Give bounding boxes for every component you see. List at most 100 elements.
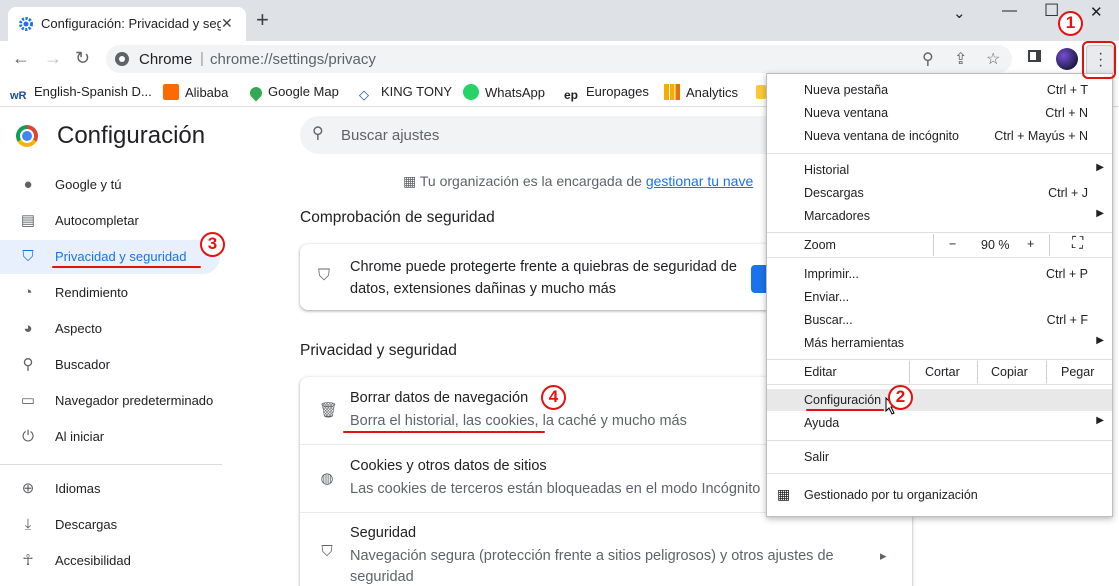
zoom-level: 90 % <box>981 238 1010 252</box>
submenu-arrow-icon: ▶ <box>1096 162 1104 173</box>
zoom-icon[interactable]: ⚲ <box>922 49 934 69</box>
menu-copy-button[interactable]: Copiar <box>991 365 1028 379</box>
menu-managed[interactable]: ▦ Gestionado por tu organización <box>767 484 1112 506</box>
minimize-button[interactable]: — <box>1002 2 1017 19</box>
sidebar-item-accessibility[interactable]: ☥ Accesibilidad <box>0 544 220 578</box>
gauge-icon: ◔ <box>23 284 33 301</box>
menu-find[interactable]: Buscar... Ctrl + F <box>767 309 1112 331</box>
power-icon: ⏻ <box>22 428 34 445</box>
row-subtitle: Borra el historial, las cookies, la cach… <box>350 413 687 429</box>
settings-search-input[interactable]: ⚲ Buscar ajustes <box>300 116 770 154</box>
menu-print[interactable]: Imprimir... Ctrl + P <box>767 263 1112 285</box>
bookmark-alibaba[interactable]: Alibaba <box>163 84 228 100</box>
search-icon: ⚲ <box>22 356 34 373</box>
forward-button[interactable]: → <box>44 48 62 68</box>
close-window-button[interactable]: ✕ <box>1090 3 1103 21</box>
menu-more-tools[interactable]: Más herramientas ▶ <box>767 332 1112 354</box>
europages-icon: ep <box>564 88 579 102</box>
sidebar-item-downloads[interactable]: ⤓ Descargas <box>0 508 220 542</box>
menu-bookmarks[interactable]: Marcadores ▶ <box>767 205 1112 227</box>
submenu-arrow-icon: ▶ <box>1096 415 1104 426</box>
profile-avatar[interactable] <box>1056 48 1078 70</box>
menu-separator <box>767 257 1112 258</box>
sidebar-item-appearance[interactable]: ◕ Aspecto <box>0 312 220 346</box>
menu-cast[interactable]: Enviar... <box>767 286 1112 308</box>
chrome-menu: Nueva pestaña Ctrl + T Nueva ventana Ctrl … <box>766 73 1113 517</box>
bookmark-whatsapp[interactable]: WhatsApp <box>463 84 545 100</box>
menu-edit-row: Editar Cortar Copiar Pegar <box>767 361 1112 383</box>
bookmark-english-spanish[interactable]: wR English-Spanish D... <box>10 84 152 106</box>
sidebar-item-label: Privacidad y seguridad <box>55 249 187 264</box>
cookie-icon: ◍ <box>320 470 334 487</box>
menu-new-tab[interactable]: Nueva pestaña Ctrl + T <box>767 79 1112 101</box>
zoom-in-button[interactable]: + <box>1027 237 1034 251</box>
menu-new-incognito[interactable]: Nueva ventana de incógnito Ctrl + Mayús +… <box>767 125 1112 147</box>
toolbar: ← → ↻ Chrome | chrome://settings/privacy… <box>0 41 1119 77</box>
managed-notice-text: Tu organización es la encargada de <box>419 173 646 189</box>
maximize-button[interactable]: ☐ <box>1044 1 1059 21</box>
menu-help[interactable]: Ayuda ▶ <box>767 412 1112 434</box>
url-text[interactable]: chrome://settings/privacy <box>210 51 376 68</box>
side-panel-icon[interactable] <box>1028 50 1041 62</box>
sidebar-item-languages[interactable]: ⊕ Idiomas <box>0 472 220 506</box>
bookmark-king-tony[interactable]: ◇ KING TONY <box>359 84 452 103</box>
back-button[interactable]: ← <box>12 48 30 68</box>
building-icon: ▦ <box>403 173 417 189</box>
bookmark-google-map[interactable]: Google Map <box>247 84 339 102</box>
menu-history[interactable]: Historial ▶ <box>767 159 1112 181</box>
bookmark-analytics[interactable]: Analytics <box>664 84 738 100</box>
menu-exit[interactable]: Salir <box>767 446 1112 468</box>
safety-check-line1: Chrome puede protegerte frente a quiebra… <box>350 259 737 275</box>
share-icon[interactable]: ⇪ <box>954 49 967 69</box>
annotation-1: 1 <box>1058 11 1083 36</box>
menu-cut-button[interactable]: Cortar <box>925 365 960 379</box>
zoom-out-button[interactable]: − <box>949 237 956 251</box>
sidebar-item-google[interactable]: ● Google y tú <box>0 168 220 202</box>
title-bar: Configuración: Privacidad y seg ✕ + ⌄ — … <box>0 0 1119 41</box>
sidebar-item-default-browser[interactable]: ▭ Navegador predeterminado <box>0 384 220 418</box>
bookmark-europages[interactable]: ep Europages <box>564 84 649 104</box>
annotation-4: 4 <box>541 385 566 410</box>
accessibility-icon: ☥ <box>22 552 34 569</box>
fullscreen-icon[interactable]: ⛶ <box>1072 235 1083 253</box>
menu-new-window[interactable]: Nueva ventana Ctrl + N <box>767 102 1112 124</box>
sidebar-item-performance[interactable]: ◔ Rendimiento <box>0 276 220 310</box>
whatsapp-icon <box>463 84 479 100</box>
annotation-2: 2 <box>888 385 913 410</box>
manage-browser-link[interactable]: gestionar tu nave <box>646 173 753 189</box>
address-separator: | <box>200 50 204 67</box>
sidebar-item-search-engine[interactable]: ⚲ Buscador <box>0 348 220 382</box>
tab-title: Configuración: Privacidad y seg <box>41 16 221 31</box>
reload-button[interactable]: ↻ <box>75 48 90 68</box>
security-row[interactable]: ⛉ Seguridad Navegación segura (protecció… <box>300 513 912 586</box>
sidebar-item-privacy[interactable]: ⛉ Privacidad y seguridad <box>0 240 220 274</box>
tab-close-icon[interactable]: ✕ <box>221 15 233 32</box>
annotation-underline-privacy <box>52 266 201 268</box>
settings-sidebar: Configuración ● Google y tú ▤ Autocomple… <box>0 108 222 586</box>
bookmark-folder-icon[interactable] <box>756 85 766 99</box>
menu-paste-button[interactable]: Pegar <box>1061 365 1094 379</box>
sidebar-item-label: Aspecto <box>55 321 102 336</box>
site-name: Chrome <box>139 51 193 68</box>
clipboard-icon: ▤ <box>20 212 36 229</box>
safety-check-card: ⛉ Chrome puede protegerte frente a quieb… <box>300 244 780 310</box>
row-subtitle-cont: seguridad <box>350 569 414 585</box>
sidebar-item-label: Idiomas <box>55 481 101 496</box>
menu-settings[interactable]: Configuración <box>767 389 1112 411</box>
trash-icon: 🗑 <box>319 402 339 419</box>
new-tab-button[interactable]: + <box>256 9 269 31</box>
bookmark-star-icon[interactable]: ☆ <box>986 49 1000 69</box>
chrome-logo-icon <box>16 125 38 147</box>
address-bar[interactable]: Chrome | chrome://settings/privacy ⚲ ⇪ ☆ <box>106 45 1012 73</box>
shield-check-icon: ⛉ <box>318 267 331 284</box>
submenu-arrow-icon: ▶ <box>1096 335 1104 346</box>
sidebar-item-autofill[interactable]: ▤ Autocompletar <box>0 204 220 238</box>
menu-downloads[interactable]: Descargas Ctrl + J <box>767 182 1112 204</box>
chevron-right-icon: ▸ <box>880 548 887 563</box>
tab-search-icon[interactable]: ⌄ <box>953 4 966 22</box>
sidebar-item-label: Buscador <box>55 357 110 372</box>
sidebar-item-on-startup[interactable]: ⏻ Al iniciar <box>0 420 220 454</box>
menu-separator <box>767 473 1112 474</box>
browser-tab[interactable]: Configuración: Privacidad y seg ✕ <box>8 7 246 41</box>
sidebar-item-label: Rendimiento <box>55 285 128 300</box>
